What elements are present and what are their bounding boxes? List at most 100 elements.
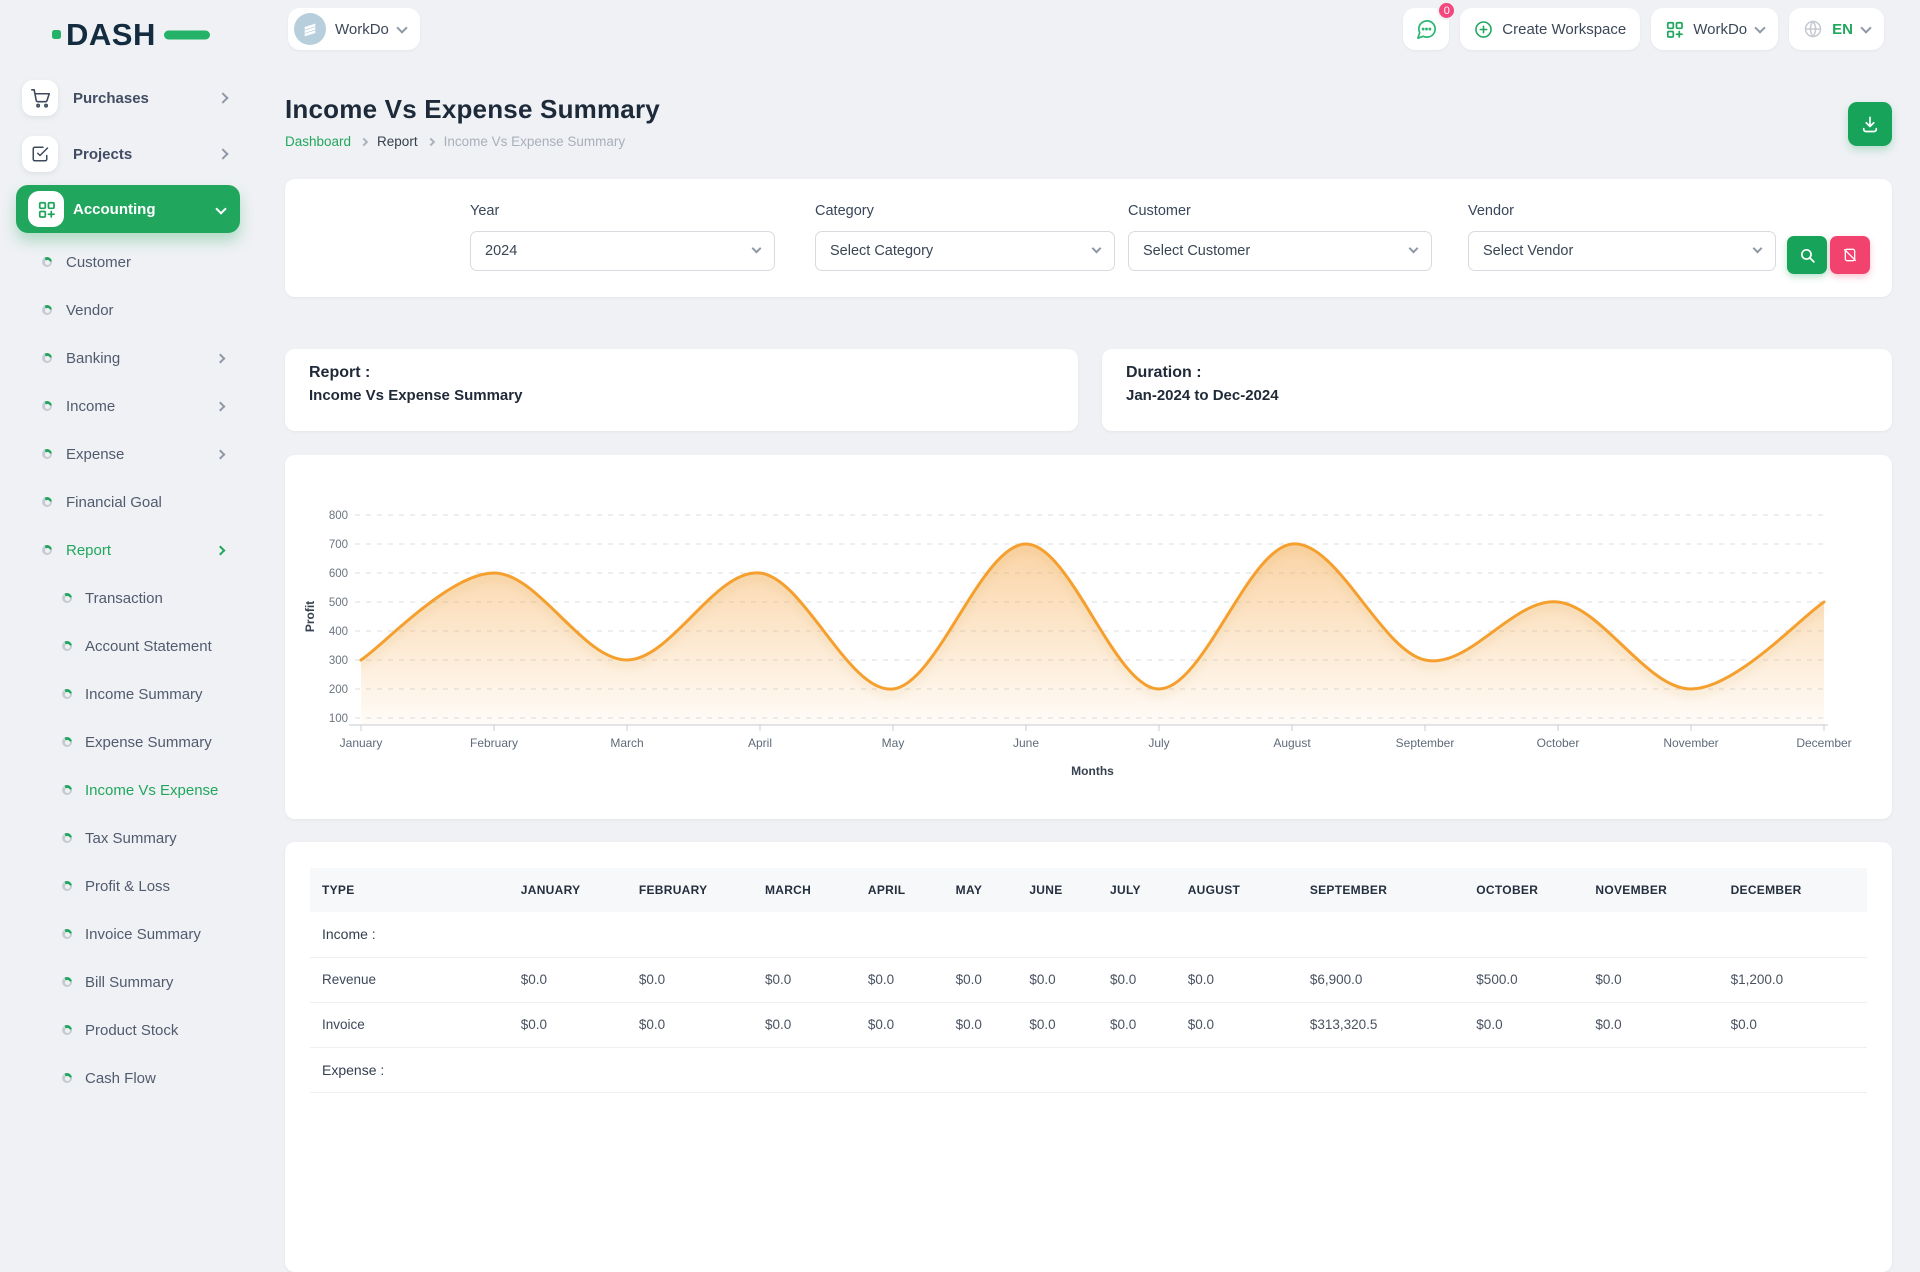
- workspace-selector[interactable]: WorkDo: [288, 8, 420, 50]
- sidebar-item-customer[interactable]: Customer: [0, 238, 258, 286]
- duration-info-card: Duration : Jan-2024 to Dec-2024: [1102, 349, 1892, 431]
- search-icon: [1799, 247, 1816, 264]
- table-cell-value: $1,200.0: [1719, 957, 1867, 1002]
- table-cell-value: $500.0: [1464, 957, 1583, 1002]
- x-tick-label: December: [1796, 736, 1851, 750]
- workspace-dropdown[interactable]: WorkDo: [1651, 8, 1778, 50]
- sidebar-item-income-vs-expense[interactable]: Income Vs Expense: [0, 766, 258, 814]
- y-tick-label: 500: [329, 597, 348, 609]
- messages-button[interactable]: 0: [1403, 8, 1449, 50]
- chevron-right-icon: [360, 137, 368, 145]
- bullet-icon: [62, 929, 72, 939]
- profit-chart-card: 100200300400500600700800JanuaryFebruaryM…: [285, 455, 1892, 819]
- category-label: Category: [815, 203, 1115, 219]
- sidebar-item-label: Projects: [73, 146, 132, 163]
- chevron-right-icon: [216, 401, 226, 411]
- y-tick-label: 700: [329, 539, 348, 551]
- table-cell-value: $0.0: [627, 1002, 753, 1047]
- sidebar-item-banking[interactable]: Banking: [0, 334, 258, 382]
- table-cell-value: $0.0: [1176, 1002, 1298, 1047]
- page-title: Income Vs Expense Summary: [285, 94, 660, 125]
- table-header-cell: TYPE: [310, 868, 509, 912]
- customer-select[interactable]: Select Customer: [1128, 231, 1432, 271]
- workspace-avatar-icon: [294, 13, 326, 45]
- breadcrumb-report-link[interactable]: Report: [377, 134, 418, 149]
- workspace-dropdown-label: WorkDo: [1693, 21, 1747, 38]
- year-select[interactable]: 2024: [470, 231, 775, 271]
- sidebar-item-report[interactable]: Report: [0, 526, 258, 574]
- sidebar-nav: Purchases Projects Acc: [0, 70, 258, 1102]
- y-tick-label: 600: [329, 568, 348, 580]
- table-cell-value: $0.0: [753, 957, 856, 1002]
- sidebar-item-account-statement[interactable]: Account Statement: [0, 622, 258, 670]
- category-select[interactable]: Select Category: [815, 231, 1115, 271]
- chevron-right-icon: [426, 137, 434, 145]
- messages-count-badge: 0: [1437, 1, 1456, 20]
- create-workspace-button[interactable]: Create Workspace: [1460, 8, 1640, 50]
- table-cell-value: $6,900.0: [1298, 957, 1464, 1002]
- table-header-cell: MARCH: [753, 868, 856, 912]
- bullet-icon: [62, 881, 72, 891]
- vendor-label: Vendor: [1468, 203, 1776, 219]
- bullet-icon: [62, 977, 72, 987]
- table-cell-value: $0.0: [509, 957, 627, 1002]
- breadcrumb-dashboard-link[interactable]: Dashboard: [285, 134, 351, 149]
- table-cell-type: Invoice: [310, 1002, 509, 1047]
- table-cell-value: $0.0: [1464, 1002, 1583, 1047]
- sidebar-item-label: Accounting: [73, 201, 156, 218]
- sidebar-item-profit-loss[interactable]: Profit & Loss: [0, 862, 258, 910]
- x-tick-label: January: [340, 736, 383, 750]
- sidebar-item-expense-summary[interactable]: Expense Summary: [0, 718, 258, 766]
- x-tick-label: June: [1013, 736, 1039, 750]
- breadcrumb-current: Income Vs Expense Summary: [444, 134, 626, 149]
- sidebar-item-invoice-summary[interactable]: Invoice Summary: [0, 910, 258, 958]
- sidebar-item-vendor[interactable]: Vendor: [0, 286, 258, 334]
- table-section-row: Income :: [310, 912, 1867, 957]
- sidebar-item-expense[interactable]: Expense: [0, 430, 258, 478]
- table-cell-value: $0.0: [1017, 957, 1098, 1002]
- sidebar-item-income-summary[interactable]: Income Summary: [0, 670, 258, 718]
- sidebar-item-tax-summary[interactable]: Tax Summary: [0, 814, 258, 862]
- table-header-cell: FEBRUARY: [627, 868, 753, 912]
- chat-icon: [1415, 18, 1438, 41]
- sidebar-item-income[interactable]: Income: [0, 382, 258, 430]
- sidebar-item-financial-goal[interactable]: Financial Goal: [0, 478, 258, 526]
- accounting-submenu: Customer Vendor Banking Income Expense F…: [0, 238, 258, 1102]
- chevron-right-icon: [217, 92, 228, 103]
- table-header-row: TYPEJANUARYFEBRUARYMARCHAPRILMAYJUNEJULY…: [310, 868, 1867, 912]
- sidebar-item-transaction[interactable]: Transaction: [0, 574, 258, 622]
- bullet-icon: [42, 401, 52, 411]
- table-cell-value: $0.0: [856, 1002, 944, 1047]
- chevron-right-icon: [216, 449, 226, 459]
- topbar-actions: 0 Create Workspace WorkDo: [1403, 8, 1884, 50]
- table-header-cell: JULY: [1098, 868, 1176, 912]
- bullet-icon: [42, 497, 52, 507]
- chevron-right-icon: [217, 148, 228, 159]
- sidebar-item-cash-flow[interactable]: Cash Flow: [0, 1054, 258, 1102]
- topbar: WorkDo 0 Create Workspace: [258, 0, 1920, 60]
- report-card-title: Report :: [309, 364, 1054, 382]
- sidebar-item-bill-summary[interactable]: Bill Summary: [0, 958, 258, 1006]
- download-report-button[interactable]: [1848, 102, 1892, 146]
- income-expense-table-card: TYPEJANUARYFEBRUARYMARCHAPRILMAYJUNEJULY…: [285, 842, 1892, 1272]
- duration-card-value: Jan-2024 to Dec-2024: [1126, 387, 1868, 404]
- sidebar-item-product-stock[interactable]: Product Stock: [0, 1006, 258, 1054]
- y-axis-title: Profit: [303, 601, 317, 632]
- sidebar-item-accounting-active[interactable]: Accounting: [16, 185, 240, 233]
- dash-logo[interactable]: DASH: [52, 14, 212, 59]
- globe-icon: [1803, 19, 1823, 39]
- y-tick-label: 100: [329, 713, 348, 725]
- bullet-icon: [42, 353, 52, 363]
- table-cell-value: $0.0: [1719, 1002, 1867, 1047]
- sidebar-item-projects[interactable]: Projects: [0, 126, 258, 182]
- sidebar-item-purchases[interactable]: Purchases: [0, 70, 258, 126]
- vendor-select[interactable]: Select Vendor: [1468, 231, 1776, 271]
- sidebar-item-label: Purchases: [73, 90, 149, 107]
- bullet-icon: [62, 689, 72, 699]
- x-tick-label: April: [748, 736, 772, 750]
- table-header-cell: APRIL: [856, 868, 944, 912]
- reset-filter-button[interactable]: [1830, 236, 1870, 274]
- apply-filter-button[interactable]: [1787, 236, 1827, 274]
- language-selector[interactable]: EN: [1789, 8, 1884, 50]
- x-tick-label: November: [1663, 736, 1718, 750]
